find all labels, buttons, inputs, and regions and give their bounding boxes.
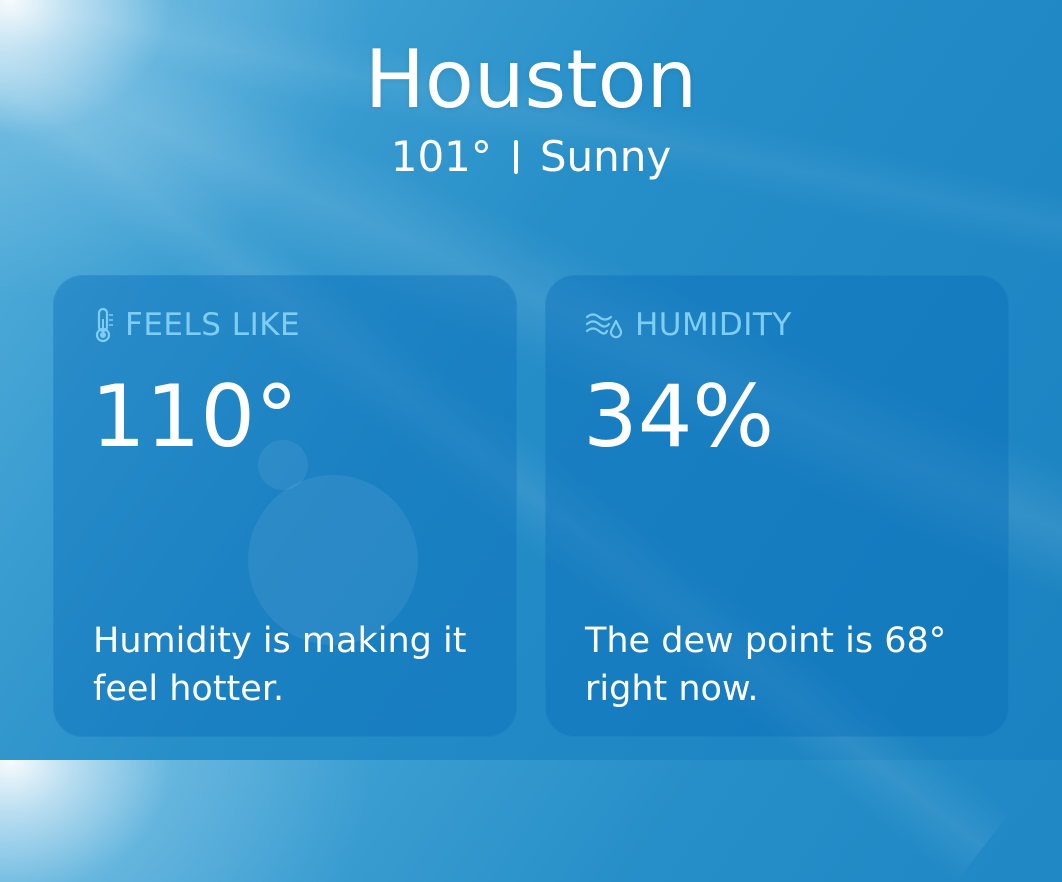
humidity-description: The dew point is 68° right now. — [585, 621, 947, 709]
current-temperature: 101° — [390, 132, 492, 181]
thermometer-icon — [95, 307, 113, 343]
humidity-card[interactable]: HUMIDITY 34% The dew point is 68° right … — [545, 275, 1009, 737]
humidity-icon — [585, 313, 623, 339]
feels-like-card[interactable]: FEELS LIKE 110° Humidity is making it fe… — [53, 275, 517, 737]
current-condition: Sunny — [539, 132, 672, 181]
feels-like-description: Humidity is making it feel hotter. — [93, 621, 467, 709]
card-title-label: FEELS LIKE — [125, 307, 301, 343]
feels-like-title: FEELS LIKE — [93, 305, 300, 345]
feels-like-value: 110° — [91, 367, 299, 467]
humidity-title: HUMIDITY — [585, 305, 792, 345]
city-name: Houston — [364, 33, 698, 126]
card-title-label: HUMIDITY — [635, 307, 792, 343]
humidity-value: 34% — [583, 367, 775, 467]
separator — [513, 140, 518, 174]
location-header: Houston 101° Sunny — [0, 34, 1062, 182]
current-conditions: 101° Sunny — [0, 132, 1062, 182]
